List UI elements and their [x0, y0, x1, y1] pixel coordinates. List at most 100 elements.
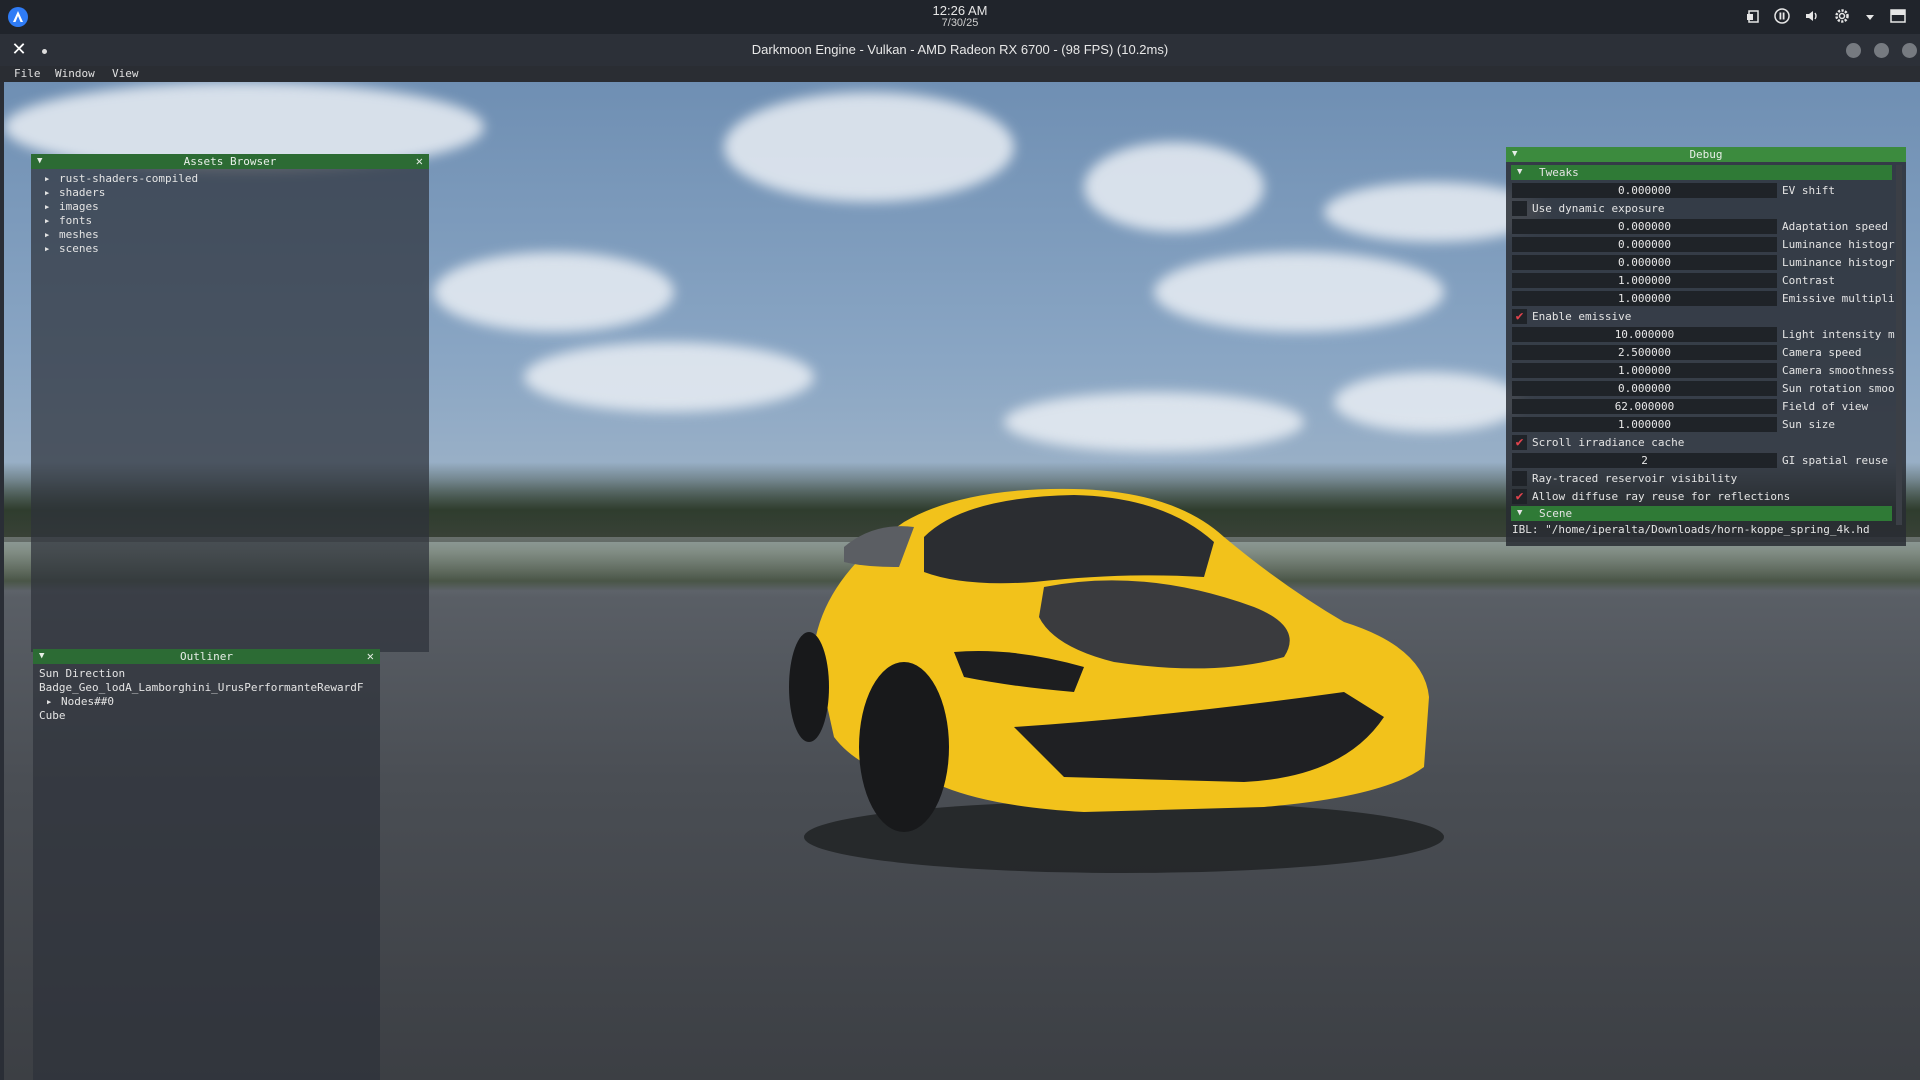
asset-folder[interactable]: ▶ scenes — [31, 242, 429, 256]
outliner-tree: Sun Direction Badge_Geo_lodA_Lamborghini… — [33, 664, 380, 723]
field-of-view-field[interactable]: 62.000000 — [1512, 399, 1777, 414]
tweaks-section-header[interactable]: ▼ Tweaks — [1511, 165, 1892, 180]
debug-header[interactable]: ▼ Debug — [1506, 147, 1906, 162]
settings-gear-icon[interactable] — [1834, 8, 1850, 27]
camera-speed-label: Camera speed — [1782, 346, 1862, 359]
enable-emissive-row: ✔ Enable emissive — [1512, 307, 1906, 325]
adaptation-speed-field[interactable]: 0.000000 — [1512, 219, 1777, 234]
scroll-irradiance-cache-row: ✔ Scroll irradiance cache — [1512, 433, 1906, 451]
system-clock[interactable]: 12:26 AM 7/30/25 — [0, 3, 1920, 29]
asset-folder-label: shaders — [59, 186, 106, 199]
media-pause-icon[interactable] — [1774, 8, 1790, 27]
gi-spatial-reuse-field[interactable]: 2 — [1512, 453, 1777, 468]
collapse-arrow-icon[interactable]: ▼ — [1517, 165, 1522, 180]
luminance-histogram-row: 0.000000 Luminance histogr — [1512, 253, 1906, 271]
contrast-row: 1.000000 Contrast — [1512, 271, 1906, 289]
tree-expand-icon[interactable]: ▶ — [45, 186, 49, 200]
luminance-histogram-label: Luminance histogr — [1782, 256, 1895, 269]
enable-emissive-label: Enable emissive — [1532, 310, 1632, 323]
tree-expand-icon[interactable]: ▶ — [45, 214, 49, 228]
allow-diffuse-ray-reuse-row: ✔ Allow diffuse ray reuse for reflection… — [1512, 487, 1906, 505]
asset-folder[interactable]: ▶ rust-shaders-compiled — [31, 172, 429, 186]
allow-diffuse-ray-reuse-checkbox[interactable]: ✔ — [1512, 489, 1527, 504]
close-icon[interactable]: ✕ — [416, 154, 423, 169]
outliner-title: Outliner — [180, 650, 233, 663]
asset-folder-label: fonts — [59, 214, 93, 227]
tweaks-label: Tweaks — [1539, 166, 1579, 179]
light-intensity-row: 10.000000 Light intensity m — [1512, 325, 1906, 343]
camera-speed-field[interactable]: 2.500000 — [1512, 345, 1777, 360]
outliner-nodes-label: Nodes##0 — [61, 695, 114, 708]
tree-expand-icon[interactable]: ▶ — [45, 172, 49, 186]
sun-size-field[interactable]: 1.000000 — [1512, 417, 1777, 432]
tree-expand-icon[interactable]: ▶ — [45, 228, 49, 242]
ray-traced-reservoir-visibility-checkbox[interactable] — [1512, 471, 1527, 486]
clock-time: 12:26 AM — [932, 3, 988, 18]
clock-date: 7/30/25 — [941, 17, 979, 29]
outliner-header[interactable]: ▼ Outliner ✕ — [33, 649, 380, 664]
ev-shift-label: EV shift — [1782, 184, 1835, 197]
cloud — [1084, 142, 1264, 232]
contrast-label: Contrast — [1782, 274, 1835, 287]
car-model — [789, 488, 1444, 873]
asset-folder[interactable]: ▶ fonts — [31, 214, 429, 228]
volume-icon[interactable] — [1804, 8, 1820, 27]
asset-folder-label: images — [59, 200, 99, 213]
tree-expand-icon[interactable]: ▶ — [45, 200, 49, 214]
emissive-multiplier-label: Emissive multipli — [1782, 292, 1895, 305]
clipboard-icon[interactable] — [1746, 9, 1760, 26]
asset-folder[interactable]: ▶ meshes — [31, 228, 429, 242]
tree-expand-icon[interactable]: ▶ — [47, 695, 51, 709]
enable-emissive-checkbox[interactable]: ✔ — [1512, 309, 1527, 324]
emissive-multiplier-field[interactable]: 1.000000 — [1512, 291, 1777, 306]
scroll-irradiance-cache-label: Scroll irradiance cache — [1532, 436, 1685, 449]
collapse-arrow-icon[interactable]: ▼ — [1517, 506, 1522, 521]
scene-section-header[interactable]: ▼ Scene — [1511, 506, 1892, 521]
sun-size-label: Sun size — [1782, 418, 1835, 431]
asset-folder[interactable]: ▶ shaders — [31, 186, 429, 200]
luminance-histogram-field[interactable]: 0.000000 — [1512, 255, 1777, 270]
adaptation-speed-label: Adaptation speed — [1782, 220, 1888, 233]
field-of-view-label: Field of view — [1782, 400, 1869, 413]
cloud — [1154, 252, 1444, 332]
asset-tree: ▶ rust-shaders-compiled ▶ shaders ▶ images … — [31, 169, 429, 256]
sun-rotation-smoothness-label: Sun rotation smoo — [1782, 382, 1895, 395]
ev-shift-field[interactable]: 0.000000 — [1512, 183, 1777, 198]
outliner-item-nodes[interactable]: ▶ Nodes##0 — [33, 695, 380, 709]
cloud — [1334, 372, 1524, 432]
cloud — [1004, 392, 1304, 452]
menu-view[interactable]: View — [112, 67, 139, 80]
outliner-panel: ▼ Outliner ✕ Sun Direction Badge_Geo_lod… — [33, 649, 380, 1080]
camera-speed-row: 2.500000 Camera speed — [1512, 343, 1906, 361]
dynamic-exposure-checkbox[interactable] — [1512, 201, 1527, 216]
checkmark-icon: ✔ — [1515, 435, 1524, 450]
sun-rotation-smoothness-field[interactable]: 0.000000 — [1512, 381, 1777, 396]
sun-rotation-smoothness-row: 0.000000 Sun rotation smoo — [1512, 379, 1906, 397]
light-intensity-field[interactable]: 10.000000 — [1512, 327, 1777, 342]
camera-smoothness-field[interactable]: 1.000000 — [1512, 363, 1777, 378]
allow-diffuse-ray-reuse-label: Allow diffuse ray reuse for reflections — [1532, 490, 1791, 503]
menu-bar: File Window View — [0, 66, 1920, 82]
minimize-button[interactable] — [1846, 43, 1861, 58]
menu-file[interactable]: File — [14, 67, 41, 80]
asset-folder[interactable]: ▶ images — [31, 200, 429, 214]
notifications-icon[interactable] — [1890, 9, 1906, 26]
luminance-histogram-field[interactable]: 0.000000 — [1512, 237, 1777, 252]
os-top-panel: 12:26 AM 7/30/25 — [0, 0, 1920, 34]
menu-window[interactable]: Window — [55, 67, 95, 80]
close-button[interactable] — [1902, 43, 1917, 58]
scroll-irradiance-cache-checkbox[interactable]: ✔ — [1512, 435, 1527, 450]
tray-dropdown-icon[interactable] — [1864, 10, 1876, 26]
dynamic-exposure-row: Use dynamic exposure — [1512, 199, 1906, 217]
emissive-multiplier-row: 1.000000 Emissive multipli — [1512, 289, 1906, 307]
outliner-item-sun-direction[interactable]: Sun Direction — [33, 667, 380, 681]
assets-browser-header[interactable]: ▼ Assets Browser ✕ — [31, 154, 429, 169]
window-titlebar[interactable]: ✕ Darkmoon Engine - Vulkan - AMD Radeon … — [0, 34, 1920, 66]
ibl-path[interactable]: IBL: "/home/iperalta/Downloads/horn-kopp… — [1506, 522, 1898, 537]
outliner-item-cube[interactable]: Cube — [33, 709, 380, 723]
contrast-field[interactable]: 1.000000 — [1512, 273, 1777, 288]
outliner-item-badge[interactable]: Badge_Geo_lodA_Lamborghini_UrusPerforman… — [33, 681, 380, 695]
tree-expand-icon[interactable]: ▶ — [45, 242, 49, 256]
maximize-button[interactable] — [1874, 43, 1889, 58]
close-icon[interactable]: ✕ — [367, 649, 374, 664]
